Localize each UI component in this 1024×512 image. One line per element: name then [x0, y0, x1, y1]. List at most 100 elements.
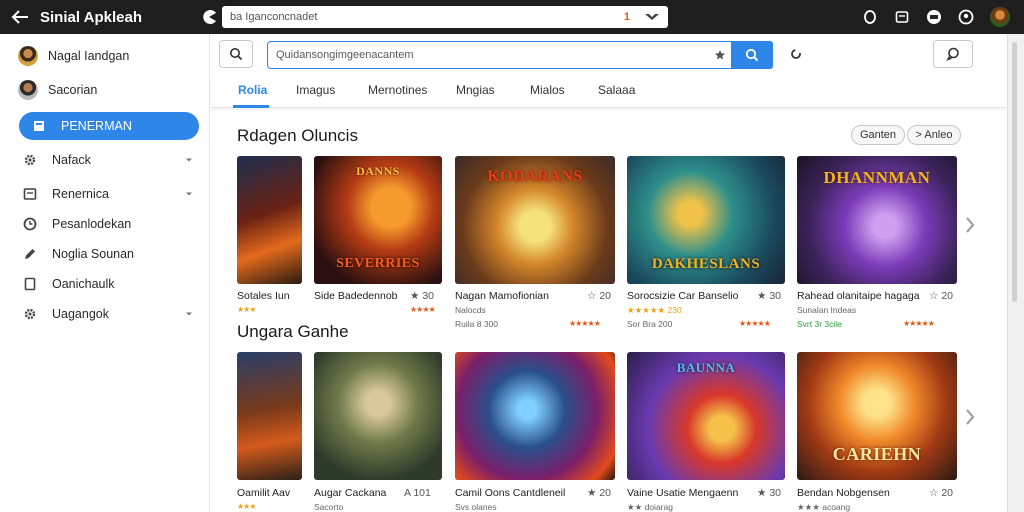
game-rating: ★ 30 — [757, 290, 782, 302]
section-title: Rdagen Oluncis — [237, 126, 358, 145]
search-icon — [745, 48, 759, 62]
game-card[interactable]: DHANNMAN Rahead olanitaipe hagaga ☆ 20 S… — [797, 156, 957, 329]
game-thumbnail — [455, 352, 615, 480]
game-subtitle-top: Nalocds — [455, 305, 486, 315]
sidebar-item-label: Sacorian — [48, 83, 98, 97]
sidebar-item-renernica[interactable]: Renernica — [18, 180, 200, 208]
game-thumbnail — [237, 352, 302, 480]
game-card[interactable]: Augar Cackana A 101 Sacorto — [314, 352, 442, 512]
game-subtitle: Svs olanes — [455, 502, 497, 512]
back-button[interactable] — [0, 0, 40, 34]
filter-pill[interactable]: Ganten — [851, 125, 905, 145]
game-thumbnail: DANNS SEVERRIES — [314, 156, 442, 284]
game-title: Sotales Iun — [237, 290, 290, 302]
profile-avatar[interactable] — [990, 7, 1010, 27]
game-card[interactable]: Camil Oons Cantdleneil ★ 20 Svs olanes — [455, 352, 615, 512]
window-icon — [22, 186, 38, 202]
more-pill[interactable]: > Anleo — [907, 125, 961, 145]
sidebar-item-label: Nafack — [52, 153, 91, 167]
tab-rolia[interactable]: Rolia — [238, 83, 267, 97]
game-title: Augar Cackana — [314, 487, 387, 499]
chevron-right-icon[interactable] — [963, 406, 977, 428]
chat-button[interactable] — [933, 40, 973, 68]
extension-button[interactable] — [195, 9, 223, 25]
sidebar-item-penerman[interactable]: PENERMAN — [19, 112, 199, 140]
search-row — [211, 34, 1007, 76]
game-card[interactable]: KODARANS Nagan Mamofionian ☆ 20 Nalocds … — [455, 156, 615, 329]
game-card[interactable]: Oamilit Aav ★★★ — [237, 352, 302, 511]
game-card[interactable]: BAUNNA Vaine Usatie Mengaenn ★ 30 ★★ doi… — [627, 352, 785, 512]
game-thumbnail: DHANNMAN — [797, 156, 957, 284]
sidebar-item-pesanlodekan[interactable]: Pesanlodekan — [18, 210, 200, 238]
chevron-right-icon[interactable] — [963, 214, 977, 236]
game-title: Vaine Usatie Mengaenn — [627, 487, 739, 499]
game-thumbnail — [314, 352, 442, 480]
tab-mngias[interactable]: Mngias — [456, 83, 495, 97]
sidebar-item-label: Renernica — [52, 187, 109, 201]
tab-mernotines[interactable]: Mernotines — [368, 83, 427, 97]
avatar-icon — [18, 46, 38, 66]
game-thumbnail: KODARANS — [455, 156, 615, 284]
sidebar-item-label: Pesanlodekan — [52, 217, 132, 231]
address-bar[interactable]: ba Iganconcnadet 1 — [222, 6, 668, 28]
address-text: ba Iganconcnadet — [230, 11, 318, 23]
window-icon — [895, 11, 909, 23]
sidebar-item-profile-2[interactable]: Sacorian — [18, 76, 200, 104]
refresh-icon[interactable] — [789, 47, 803, 61]
chevron-down-icon[interactable] — [184, 155, 194, 165]
game-rating: ★ 30 — [410, 290, 435, 302]
search-icon — [230, 48, 243, 61]
sidebar-item-label: Uagangok — [52, 307, 109, 321]
sidebar-item-label: Oanichaulk — [52, 277, 115, 291]
game-rating: ☆ 20 — [587, 290, 612, 302]
media-button[interactable] — [926, 9, 942, 25]
game-thumbnail — [237, 156, 302, 284]
game-subtitle: Sor Bra 200 — [627, 319, 673, 329]
rating-stars: ★★★★★ — [739, 319, 771, 328]
sidebar-item-nafack[interactable]: Nafack — [18, 146, 200, 174]
search-submit-button[interactable] — [731, 41, 773, 69]
scrollbar[interactable] — [1007, 34, 1024, 512]
record-button[interactable] — [862, 9, 878, 25]
avatar-icon — [18, 80, 38, 100]
rating-stars: ★★★ — [237, 305, 256, 314]
sidebar-item-noglia-sounan[interactable]: Noglia Sounan — [18, 240, 200, 268]
game-card[interactable]: CARIEHN Bendan Nobgensen ☆ 20 ★★★ acoang — [797, 352, 957, 512]
bookmark-icon[interactable] — [644, 11, 660, 23]
window-button[interactable] — [894, 9, 910, 25]
tab-imagus[interactable]: Imagus — [296, 83, 335, 97]
sidebar-item-oanichaulk[interactable]: Oanichaulk — [18, 270, 200, 298]
game-title: Sorocsizie Car Banselio — [627, 290, 739, 302]
game-subtitle: Ruila 8 300 — [455, 319, 499, 329]
account-button[interactable] — [958, 9, 974, 25]
search-input[interactable] — [268, 43, 709, 67]
game-title: Oamilit Aav — [237, 487, 291, 499]
search-box — [267, 41, 773, 69]
game-card[interactable]: Sotales Iun ★★★ — [237, 156, 302, 314]
tab-salaaa[interactable]: Salaaa — [598, 83, 635, 97]
favorite-button[interactable] — [709, 49, 731, 61]
game-card[interactable]: DAKHESLANS Sorocsizie Car Banselio ★ 30 … — [627, 156, 785, 329]
section-title: Ungara Ganhe — [237, 322, 349, 341]
arrow-left-icon — [11, 10, 28, 24]
game-logo: CARIEHN — [832, 444, 922, 464]
browser-toolbar: Sinial Apkleah ba Iganconcnadet 1 — [0, 0, 1024, 34]
sidebar-item-profile-1[interactable]: Nagal Iandgan — [18, 42, 200, 70]
game-subtitle-top: ★★★★★ 230 — [627, 305, 682, 315]
sidebar-item-uagangok[interactable]: Uagangok — [18, 300, 200, 328]
media-icon — [927, 10, 941, 24]
game-subtitle: ★★★ acoang — [797, 502, 851, 512]
chevron-down-icon[interactable] — [184, 309, 194, 319]
game-rating: ☆ 20 — [929, 290, 954, 302]
tablet-icon — [31, 118, 47, 134]
game-card[interactable]: DANNS SEVERRIES Side Badedennob ★ 30 ★★★… — [314, 156, 442, 314]
game-logo: DAKHESLANS — [651, 256, 761, 272]
game-subtitle: ★★ doiarag — [627, 502, 673, 512]
chevron-down-icon[interactable] — [184, 189, 194, 199]
star-icon — [715, 50, 725, 60]
scrollbar-thumb[interactable] — [1012, 42, 1017, 302]
search-button[interactable] — [219, 40, 253, 68]
toolbar-actions — [862, 0, 1010, 34]
game-rating: ☆ 20 — [929, 487, 954, 499]
tab-mialos[interactable]: Mialos — [530, 83, 565, 97]
